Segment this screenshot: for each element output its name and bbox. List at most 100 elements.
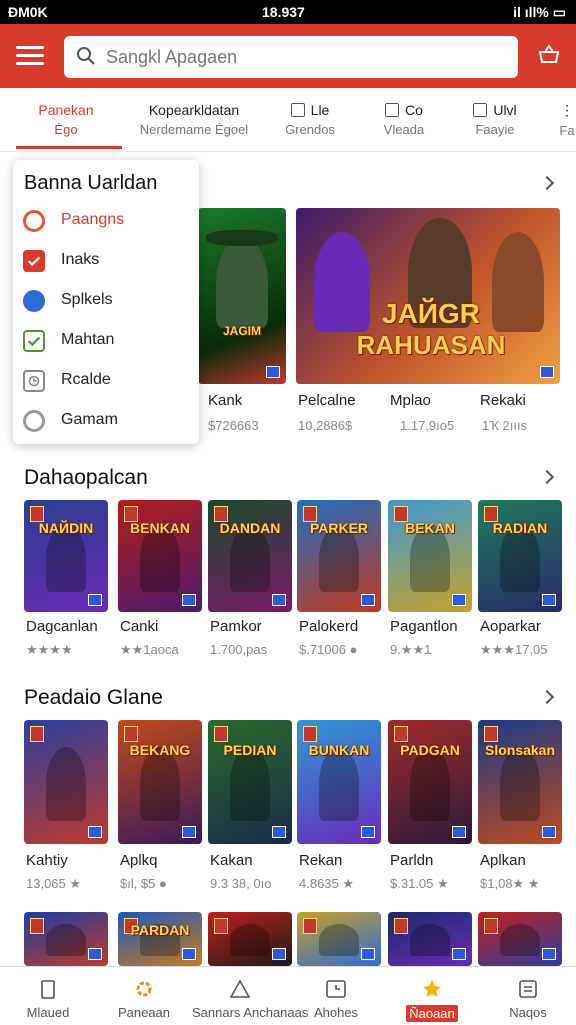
badge-icon — [30, 726, 44, 742]
section2-card-1[interactable]: BENKAN — [118, 500, 202, 612]
section3-name-2: Kakan — [210, 852, 253, 869]
section4-card-4[interactable] — [388, 912, 472, 966]
phone-icon — [41, 980, 55, 999]
section3-card-4[interactable]: PADGAN — [388, 720, 472, 844]
dropdown-item-splkels[interactable]: Splkels — [23, 286, 193, 316]
dropdown-item-label: Paangns — [61, 211, 125, 228]
section3-name-0: Kahtiy — [26, 852, 68, 869]
cart-icon[interactable] — [536, 42, 562, 68]
featured-name-2: Mplao — [390, 392, 431, 409]
section2-sub-0: ★★★★ — [26, 642, 73, 657]
tab-co[interactable]: Co Vleada — [378, 102, 430, 137]
section2-name-3: Palokerd — [299, 618, 359, 635]
nav-item-5[interactable]: Naqos — [480, 967, 576, 1025]
section4-card-2[interactable] — [208, 912, 292, 966]
tab-lle[interactable]: Lle Grendos — [282, 102, 338, 137]
badge-icon — [214, 918, 228, 934]
section2-card-0[interactable]: NAЙDIN — [24, 500, 108, 612]
square-icon — [385, 103, 400, 117]
dropdown-item-inaks[interactable]: Inaks — [23, 246, 193, 276]
search-bar[interactable]: Sangkl Apagaen — [64, 36, 518, 78]
platform-icon — [182, 948, 196, 960]
nav-item-4[interactable]: Ñaoaan — [384, 967, 480, 1025]
section2-card-title-2: DANDAN — [219, 520, 281, 536]
section-title-peadaio-glane: Peadaio Glane — [24, 686, 163, 709]
section2-card-title-0: NAЙDIN — [38, 520, 94, 536]
badge-icon — [394, 918, 408, 934]
menu-icon[interactable] — [16, 46, 44, 66]
section4-card-3[interactable] — [297, 912, 381, 966]
section2-card-title-3: PARKER — [309, 520, 369, 536]
section3-card-0[interactable] — [24, 720, 108, 844]
tab-more[interactable]: ⋮ Fa — [558, 102, 576, 138]
section2-sub-2: 1.700,pas — [210, 642, 268, 657]
featured-name-0: Kank — [208, 392, 243, 409]
dropdown-item-gamam[interactable]: Gamam — [23, 406, 193, 436]
section3-card-title-3: BUNKAN — [308, 742, 370, 758]
dropdown-item-label: Inaks — [61, 251, 100, 268]
featured-chevron-icon[interactable] — [539, 175, 555, 191]
section3-card-1[interactable]: BEKANG — [118, 720, 202, 844]
badge-icon — [394, 726, 408, 742]
star-icon — [423, 980, 441, 997]
featured-banner[interactable]: JAЙGR RAHUASAN — [296, 208, 560, 384]
section4-card-1[interactable]: PARDAN — [118, 912, 202, 966]
tab-ulvl[interactable]: Ulvl Faayie — [468, 102, 522, 137]
section3-name-4: Parldn — [390, 852, 434, 869]
featured-sub-2: 1.17,9ıo5 — [400, 418, 455, 433]
tab-kopearkldatan[interactable]: Kopearkldatan Nerdemame Ėgoel — [138, 102, 250, 137]
flag-icon — [473, 103, 488, 117]
warning-icon — [229, 979, 251, 998]
section2-name-5: Aoparkar — [480, 618, 541, 635]
dropdown-item-paangns[interactable]: Paangns — [23, 206, 193, 236]
dropdown-item-label: Mahtan — [61, 331, 115, 348]
search-input[interactable]: Sangkl Apagaen — [106, 47, 237, 68]
section2-card-4[interactable]: BEKAN — [388, 500, 472, 612]
nav-label: Mlaued — [26, 1005, 70, 1020]
section2-name-1: Canki — [120, 618, 159, 635]
platform-icon — [361, 594, 375, 606]
platform-icon — [361, 948, 375, 960]
nav-item-0[interactable]: Mlaued — [0, 967, 96, 1025]
platform-icon — [88, 594, 102, 606]
platform-icon — [542, 948, 556, 960]
nav-label: Paneaan — [117, 1005, 171, 1020]
section2-name-2: Pamkor — [210, 618, 262, 635]
badge-icon — [484, 918, 498, 934]
platform-icon — [361, 826, 375, 838]
section3-card-title-4: PADGAN — [400, 742, 460, 758]
section3-card-5[interactable]: Slonsakan — [478, 720, 562, 844]
section3-sub-5: $1,08★ ★ — [480, 876, 540, 891]
section2-card-2[interactable]: DANDAN — [208, 500, 292, 612]
platform-icon — [182, 826, 196, 838]
featured-sub-3: 1Ҡ 2ıııs — [482, 418, 528, 433]
section2-name-4: Pagantlon — [390, 618, 458, 635]
dropdown-item-mahtan[interactable]: Mahtan — [23, 326, 193, 356]
badge-icon — [303, 726, 317, 742]
tab-panekan[interactable]: Panekan Ėgo — [30, 102, 102, 137]
featured-sub-0: $726663 — [208, 418, 259, 433]
nav-item-2[interactable]: Sannars Anchanaas — [192, 967, 308, 1025]
section3-card-3[interactable]: BUNKAN — [297, 720, 381, 844]
gray-circle-icon — [23, 410, 45, 432]
section3-sub-0: 13,065 ★ — [26, 876, 82, 891]
nav-item-1[interactable]: Paneaan — [96, 967, 192, 1025]
badge-icon — [214, 726, 228, 742]
badge-icon — [124, 726, 138, 742]
section2-card-3[interactable]: PARKER — [297, 500, 381, 612]
featured-side-card[interactable]: JAGIM — [198, 208, 286, 384]
red-check-icon — [23, 250, 45, 272]
dropdown-item-rcalde[interactable]: Rcalde — [23, 366, 193, 396]
nav-item-3[interactable]: Ahohes — [288, 967, 384, 1025]
section3-card-2[interactable]: PEDIAN — [208, 720, 292, 844]
section4-card-5[interactable] — [478, 912, 562, 966]
section3-chevron-icon[interactable] — [539, 689, 555, 705]
nav-label: Ñaoaan — [406, 1005, 458, 1022]
section4-card-0[interactable] — [24, 912, 108, 966]
section2-chevron-icon[interactable] — [539, 469, 555, 485]
section2-card-5[interactable]: RADIAN — [478, 500, 562, 612]
section3-card-title-2: PEDIAN — [223, 742, 277, 758]
grid-icon — [290, 103, 305, 117]
section3-card-title-5: Slonsakan — [484, 742, 556, 758]
section2-name-0: Dagcanlan — [26, 618, 98, 635]
